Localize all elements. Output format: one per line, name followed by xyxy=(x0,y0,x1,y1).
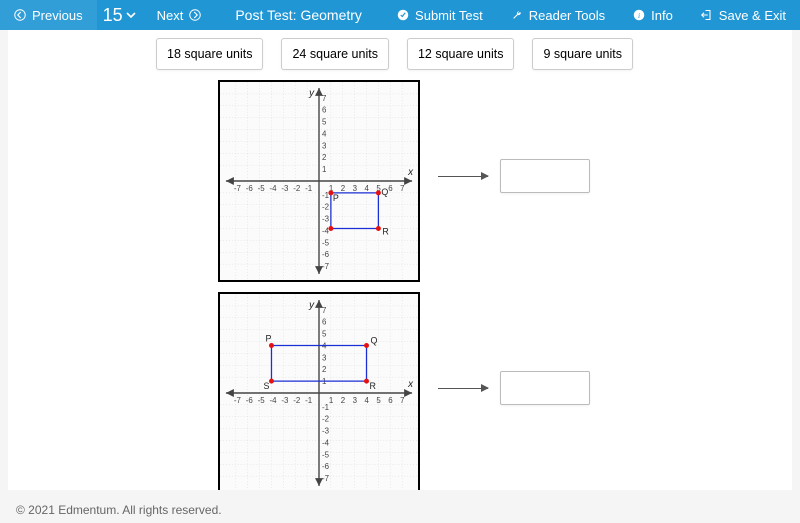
option-12[interactable]: 12 square units xyxy=(407,38,514,70)
svg-text:P: P xyxy=(333,193,339,203)
svg-text:3: 3 xyxy=(353,396,358,405)
chevron-down-icon xyxy=(125,9,137,21)
arrow-right-icon xyxy=(189,9,201,21)
option-9[interactable]: 9 square units xyxy=(532,38,633,70)
svg-text:4: 4 xyxy=(365,184,370,193)
svg-text:Q: Q xyxy=(370,336,377,346)
dropzone-2[interactable] xyxy=(500,371,590,405)
svg-text:3: 3 xyxy=(353,184,358,193)
svg-text:-3: -3 xyxy=(281,396,289,405)
svg-text:-7: -7 xyxy=(234,184,241,193)
reader-tools-button[interactable]: Reader Tools xyxy=(497,0,619,30)
content-area: 18 square units 24 square units 12 squar… xyxy=(8,30,792,490)
svg-text:-5: -5 xyxy=(258,184,266,193)
svg-text:-2: -2 xyxy=(293,396,300,405)
check-circle-icon xyxy=(397,9,409,21)
svg-text:-5: -5 xyxy=(258,396,266,405)
arrow-left-icon xyxy=(14,9,26,21)
svg-text:5: 5 xyxy=(322,118,327,127)
svg-text:-4: -4 xyxy=(322,226,330,235)
svg-text:7: 7 xyxy=(322,94,326,103)
svg-text:4: 4 xyxy=(365,396,370,405)
svg-text:-7: -7 xyxy=(234,396,241,405)
submit-button[interactable]: Submit Test xyxy=(383,0,497,30)
svg-text:y: y xyxy=(308,88,315,99)
svg-text:5: 5 xyxy=(322,330,327,339)
svg-text:-3: -3 xyxy=(322,215,330,224)
svg-text:6: 6 xyxy=(322,318,327,327)
svg-text:-4: -4 xyxy=(270,184,278,193)
wrench-icon xyxy=(511,9,523,21)
save-exit-button[interactable]: Save & Exit xyxy=(687,0,800,30)
prev-button[interactable]: Previous xyxy=(0,0,97,30)
svg-text:3: 3 xyxy=(322,353,327,362)
question-number[interactable]: 15 xyxy=(97,0,143,30)
svg-text:-1: -1 xyxy=(322,403,330,412)
info-icon: i xyxy=(633,9,645,21)
svg-text:3: 3 xyxy=(322,141,327,150)
svg-text:-2: -2 xyxy=(293,184,300,193)
svg-text:-3: -3 xyxy=(322,427,330,436)
svg-text:6: 6 xyxy=(388,184,393,193)
next-button[interactable]: Next xyxy=(143,0,216,30)
option-18[interactable]: 18 square units xyxy=(156,38,263,70)
svg-text:-4: -4 xyxy=(270,396,278,405)
svg-text:5: 5 xyxy=(376,396,381,405)
dropzone-1[interactable] xyxy=(500,159,590,193)
graph-2: xy -7-6-5-4-3-2-1 1234567 7654321 -1-2-3… xyxy=(218,292,420,490)
svg-text:2: 2 xyxy=(322,365,326,374)
answer-options: 18 square units 24 square units 12 squar… xyxy=(156,38,792,70)
svg-text:7: 7 xyxy=(400,396,404,405)
arrow-icon xyxy=(438,176,488,177)
next-label: Next xyxy=(157,8,184,23)
svg-text:-6: -6 xyxy=(322,250,330,259)
graph-1: xy -7-6-5-4-3-2-1 1234567 7654321 -1-2-3… xyxy=(218,80,420,282)
svg-text:-2: -2 xyxy=(322,203,329,212)
svg-text:-6: -6 xyxy=(322,462,330,471)
svg-text:Q: Q xyxy=(381,187,388,197)
svg-text:-1: -1 xyxy=(305,184,313,193)
svg-text:4: 4 xyxy=(322,129,327,138)
option-24[interactable]: 24 square units xyxy=(281,38,388,70)
svg-text:-1: -1 xyxy=(305,396,313,405)
svg-text:-6: -6 xyxy=(246,396,254,405)
svg-text:-1: -1 xyxy=(322,191,330,200)
svg-text:i: i xyxy=(638,11,640,20)
svg-text:S: S xyxy=(264,381,270,391)
svg-text:-5: -5 xyxy=(322,450,330,459)
svg-text:7: 7 xyxy=(400,184,404,193)
svg-text:-6: -6 xyxy=(246,184,254,193)
info-button[interactable]: i Info xyxy=(619,0,687,30)
svg-text:-5: -5 xyxy=(322,238,330,247)
footer-copyright: © 2021 Edmentum. All rights reserved. xyxy=(16,503,222,517)
svg-text:7: 7 xyxy=(322,306,326,315)
svg-text:x: x xyxy=(407,379,414,390)
svg-text:2: 2 xyxy=(322,153,326,162)
arrow-icon xyxy=(438,388,488,389)
svg-text:R: R xyxy=(369,381,376,391)
page-title: Post Test: Geometry xyxy=(215,0,383,30)
svg-text:2: 2 xyxy=(341,396,345,405)
svg-text:-7: -7 xyxy=(322,262,329,271)
svg-text:6: 6 xyxy=(322,106,327,115)
svg-text:1: 1 xyxy=(329,396,334,405)
svg-text:R: R xyxy=(382,226,389,236)
graph-row-1: xy -7-6-5-4-3-2-1 1234567 7654321 -1-2-3… xyxy=(218,70,792,282)
prev-label: Previous xyxy=(32,8,83,23)
svg-text:y: y xyxy=(308,300,315,311)
svg-text:2: 2 xyxy=(341,184,345,193)
svg-text:-2: -2 xyxy=(322,415,329,424)
svg-text:-7: -7 xyxy=(322,474,329,483)
topbar: Previous 15 Next Post Test: Geometry Sub… xyxy=(0,0,800,30)
svg-text:6: 6 xyxy=(388,396,393,405)
graph-row-2: xy -7-6-5-4-3-2-1 1234567 7654321 -1-2-3… xyxy=(218,282,792,490)
svg-text:P: P xyxy=(266,334,272,344)
svg-text:-3: -3 xyxy=(281,184,289,193)
svg-text:-4: -4 xyxy=(322,438,330,447)
exit-icon xyxy=(701,9,713,21)
svg-text:1: 1 xyxy=(322,165,327,174)
svg-text:x: x xyxy=(407,167,414,178)
